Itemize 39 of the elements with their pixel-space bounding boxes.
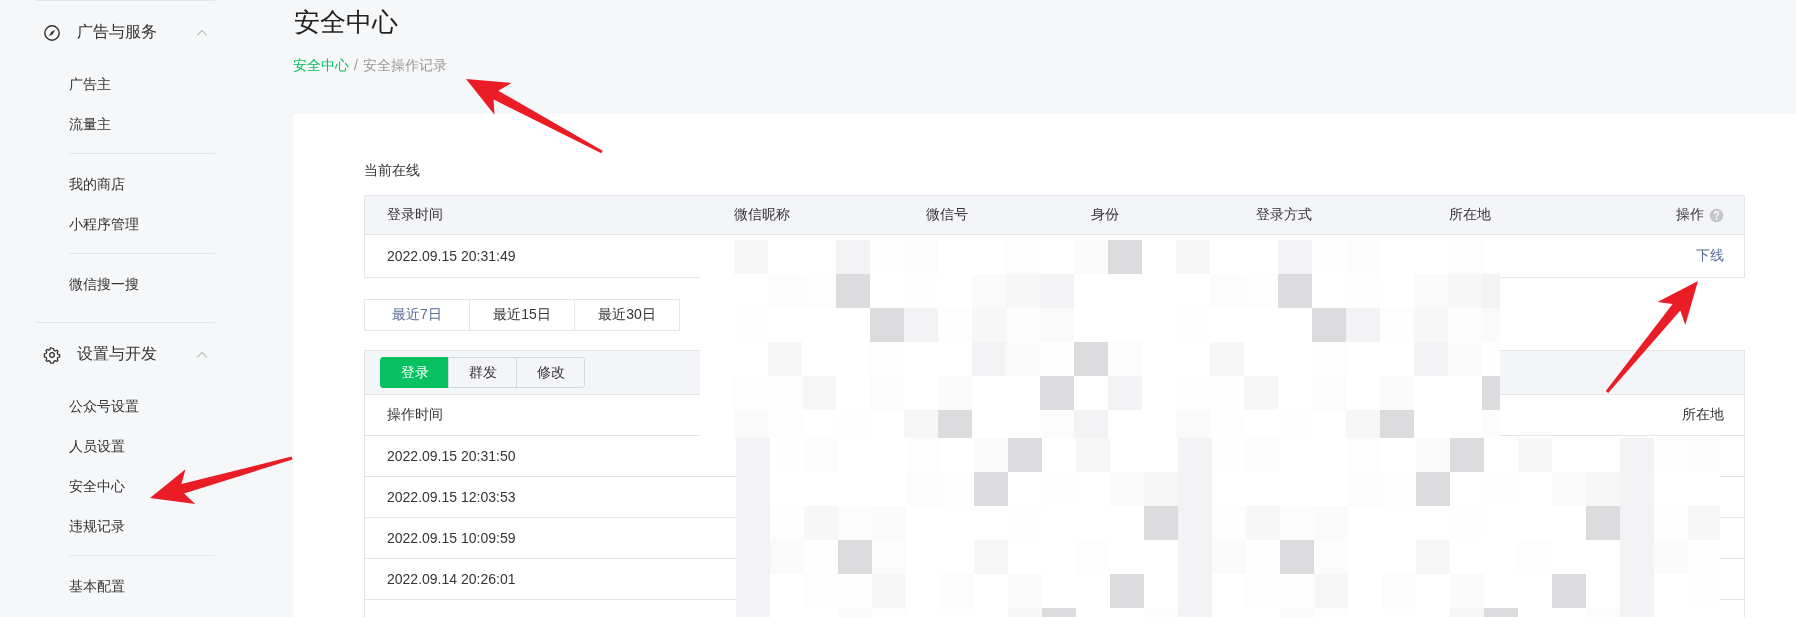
menu-item[interactable]: 基本配置 — [35, 566, 215, 606]
column-header: 所在地 — [1681, 406, 1725, 424]
table-cell-text: 2022.09.15 20:31:49 — [386, 248, 517, 264]
breadcrumb-current: 安全操作记录 — [362, 56, 447, 75]
column-header: 登录方式 — [1255, 206, 1313, 224]
column-header: 微信昵称 — [733, 206, 791, 224]
breadcrumb-separator: / — [354, 56, 358, 75]
menu-item[interactable]: 微信搜一搜 — [35, 264, 215, 304]
column-header: 登录时间 — [386, 206, 444, 224]
menu-item[interactable]: 小程序管理 — [35, 204, 215, 244]
range-button[interactable]: 最近7日 — [364, 299, 470, 331]
table-cell-text: 2022.09.15 10:09:59 — [386, 530, 517, 546]
tab[interactable]: 修改 — [516, 357, 585, 388]
menu-item[interactable]: 公众号设置 — [35, 386, 215, 426]
help-icon — [1709, 207, 1724, 223]
range-button[interactable]: 最近15日 — [469, 299, 575, 331]
column-header: 操作 — [1627, 206, 1744, 224]
column-header: 身份 — [1090, 206, 1120, 224]
menu-item[interactable]: 人员设置 — [35, 426, 215, 466]
menu-item[interactable]: 安全中心 — [35, 466, 215, 506]
table-cell-text: 2022.09.15 20:31:50 — [386, 448, 517, 464]
column-header: 微信号 — [925, 206, 969, 224]
tab[interactable]: 群发 — [448, 357, 517, 388]
gear-icon — [43, 345, 61, 364]
menu-item[interactable]: 违规记录 — [35, 506, 215, 546]
logout-link[interactable]: 下线 — [1696, 247, 1724, 265]
menu-item[interactable]: 广告主 — [35, 64, 215, 104]
table-cell-text: 2022.09.14 20:26:01 — [386, 571, 517, 587]
column-header: 所在地 — [1448, 206, 1492, 224]
column-header: 操作时间 — [386, 406, 444, 424]
page-title: 安全中心 — [294, 6, 399, 39]
compass-icon — [43, 23, 61, 42]
menu-item[interactable]: 流量主 — [35, 104, 215, 144]
menu-group-header[interactable]: 设置与开发 — [35, 323, 215, 386]
section-title: 当前在线 — [364, 161, 421, 180]
menu-group-header[interactable]: 广告与服务 — [35, 1, 215, 64]
range-button[interactable]: 最近30日 — [574, 299, 680, 331]
table-cell-text: 2022.09.15 12:03:53 — [386, 489, 517, 505]
menu-item[interactable]: 我的商店 — [35, 164, 215, 204]
